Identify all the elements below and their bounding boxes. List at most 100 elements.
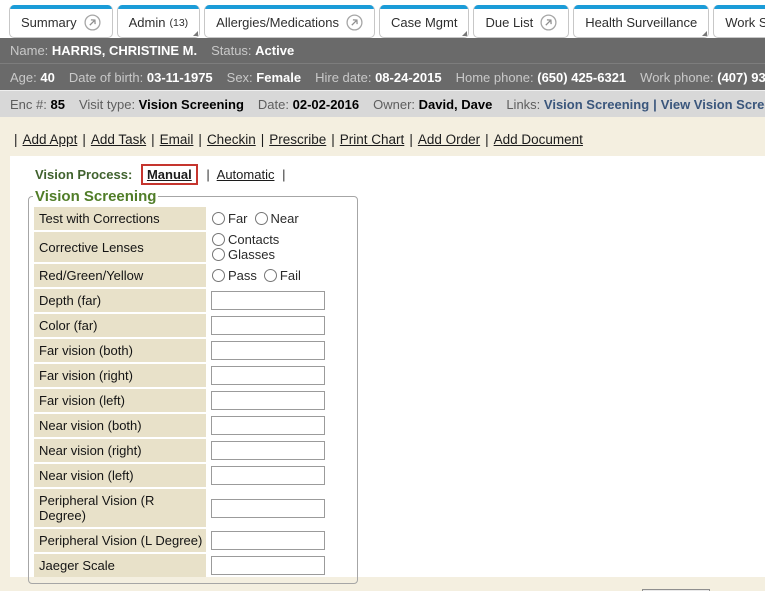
row-control <box>208 489 352 527</box>
field-work-phone: Work phone: (407) 939 <box>640 70 765 85</box>
field-value: Active <box>255 43 294 58</box>
far-vision-left-input[interactable] <box>211 391 325 410</box>
near-vision-both-input[interactable] <box>211 416 325 435</box>
row-label-color-far: Color (far) <box>34 314 206 337</box>
tab-case-mgmt[interactable]: Case Mgmt <box>379 5 469 38</box>
red-green-yellow-pass-radio[interactable] <box>212 269 225 282</box>
vision-screening-legend: Vision Screening <box>33 188 158 205</box>
row-label-near-vision-right: Near vision (right) <box>34 439 206 462</box>
test-with-corrections-far-radio[interactable] <box>212 212 225 225</box>
field-date: Date: 02-02-2016 <box>258 97 359 112</box>
table-row: Peripheral Vision (L Degree) <box>34 529 352 552</box>
tab-health-surveillance[interactable]: Health Surveillance <box>573 5 709 38</box>
red-green-yellow-fail-option: Fail <box>263 268 301 283</box>
tab-summary[interactable]: Summary <box>9 5 113 38</box>
vision-process-label: Vision Process: <box>35 167 132 182</box>
open-in-new-icon <box>540 14 557 31</box>
manual-link[interactable]: Manual <box>147 167 192 182</box>
action-link-add-appt[interactable]: Add Appt <box>23 132 78 147</box>
far-vision-right-input[interactable] <box>211 366 325 385</box>
jaeger-scale-input[interactable] <box>211 556 325 575</box>
field-value: Female <box>256 70 301 85</box>
near-vision-right-input[interactable] <box>211 441 325 460</box>
color-far-input[interactable] <box>211 316 325 335</box>
patient-bar: Name: HARRIS, CHRISTINE M.Status: Active <box>0 38 765 64</box>
separator: | <box>282 167 285 182</box>
row-control: PassFail <box>208 264 352 287</box>
row-control <box>208 314 352 337</box>
field-dob: Date of birth: 03-11-1975 <box>69 70 213 85</box>
row-label-peripheral-vision-r: Peripheral Vision (R Degree) <box>34 489 206 527</box>
field-label: Links: <box>506 97 544 112</box>
radio-label: Far <box>228 211 248 226</box>
field-label: Name: <box>10 43 52 58</box>
vision-process-row: Vision Process: Manual | Automatic | <box>10 156 765 187</box>
far-vision-both-input[interactable] <box>211 341 325 360</box>
row-label-red-green-yellow: Red/Green/Yellow <box>34 264 206 287</box>
open-in-new-icon <box>84 14 101 31</box>
encounter-link[interactable]: View Vision Screening <box>661 97 765 112</box>
tab-bar: SummaryAdmin(13)Allergies/MedicationsCas… <box>0 0 765 38</box>
tab-allergies-medications[interactable]: Allergies/Medications <box>204 5 375 38</box>
tab-due-list[interactable]: Due List <box>473 5 569 38</box>
action-link-print-chart[interactable]: Print Chart <box>340 132 405 147</box>
row-label-near-vision-both: Near vision (both) <box>34 414 206 437</box>
field-label: Sex: <box>227 70 257 85</box>
encounter-link[interactable]: Vision Screening <box>544 97 649 112</box>
test-with-corrections-near-option: Near <box>254 211 299 226</box>
table-row: Corrective LensesContactsGlasses <box>34 232 352 262</box>
field-enc-number: Enc #: 85 <box>10 97 65 112</box>
table-row: Depth (far) <box>34 289 352 312</box>
action-link-email[interactable]: Email <box>160 132 194 147</box>
tab-label: Health Surveillance <box>585 15 697 30</box>
row-control: Far Near <box>208 207 352 230</box>
automatic-link[interactable]: Automatic <box>217 167 275 182</box>
tab-count-badge: (13) <box>169 17 188 29</box>
row-label-far-vision-left: Far vision (left) <box>34 389 206 412</box>
row-control: ContactsGlasses <box>208 232 352 262</box>
field-label: Date of birth: <box>69 70 147 85</box>
field-label: Date: <box>258 97 293 112</box>
row-control <box>208 389 352 412</box>
field-value: David, Dave <box>419 97 493 112</box>
corrective-lenses-contacts-radio[interactable] <box>212 233 225 246</box>
table-row: Test with CorrectionsFarNear <box>34 207 352 230</box>
field-sex: Sex: Female <box>227 70 301 85</box>
field-label: Home phone: <box>456 70 538 85</box>
action-link-add-document[interactable]: Add Document <box>494 132 583 147</box>
peripheral-vision-r-input[interactable] <box>211 499 325 518</box>
field-status: Status: Active <box>211 43 294 58</box>
action-link-add-order[interactable]: Add Order <box>418 132 480 147</box>
field-label: Visit type: <box>79 97 139 112</box>
test-with-corrections-near-radio[interactable] <box>255 212 268 225</box>
field-hire-date: Hire date: 08-24-2015 <box>315 70 441 85</box>
field-label: Enc #: <box>10 97 50 112</box>
field-owner: Owner: David, Dave <box>373 97 492 112</box>
separator: | <box>485 132 489 147</box>
table-row: Far vision (right) <box>34 364 352 387</box>
peripheral-vision-l-input[interactable] <box>211 531 325 550</box>
action-link-add-task[interactable]: Add Task <box>91 132 146 147</box>
row-control <box>208 364 352 387</box>
depth-far-input[interactable] <box>211 291 325 310</box>
row-control <box>208 554 352 577</box>
field-value: 02-02-2016 <box>293 97 360 112</box>
tab-work-status[interactable]: Work Status <box>713 5 765 38</box>
tab-admin[interactable]: Admin(13) <box>117 5 201 38</box>
row-label-far-vision-right: Far vision (right) <box>34 364 206 387</box>
table-row: Color (far) <box>34 314 352 337</box>
tab-label: Due List <box>485 15 533 30</box>
dropdown-corner-icon <box>702 31 707 36</box>
table-row: Far vision (left) <box>34 389 352 412</box>
radio-label: Fail <box>280 268 301 283</box>
near-vision-left-input[interactable] <box>211 466 325 485</box>
radio-label: Near <box>271 211 299 226</box>
corrective-lenses-glasses-radio[interactable] <box>212 248 225 261</box>
action-link-checkin[interactable]: Checkin <box>207 132 256 147</box>
radio-label: Glasses <box>228 247 275 262</box>
corrective-lenses-contacts-option: Contacts <box>211 232 279 247</box>
action-link-prescribe[interactable]: Prescribe <box>269 132 326 147</box>
red-green-yellow-fail-radio[interactable] <box>264 269 277 282</box>
tab-label: Admin <box>129 15 166 30</box>
tab-label: Case Mgmt <box>391 15 457 30</box>
